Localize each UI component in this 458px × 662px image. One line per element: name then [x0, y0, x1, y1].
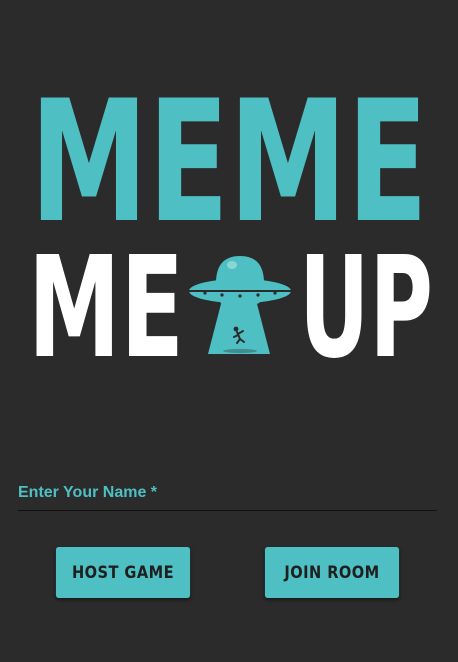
meme-me-up-logo: MEME ME UP [0, 0, 458, 400]
logo-line-up: UP [299, 227, 433, 390]
logo-line-me: ME [28, 227, 184, 390]
name-input[interactable] [18, 472, 437, 510]
name-field[interactable]: Enter Your Name * [18, 472, 437, 512]
join-room-button[interactable]: Join Room [264, 547, 400, 598]
name-field-underline [18, 510, 437, 511]
ufo-abduction-icon [189, 256, 291, 354]
host-game-button[interactable]: Host Game [55, 547, 191, 598]
app-screen: MEME ME UP Enter Your Name * HOST GAME J… [0, 0, 458, 662]
